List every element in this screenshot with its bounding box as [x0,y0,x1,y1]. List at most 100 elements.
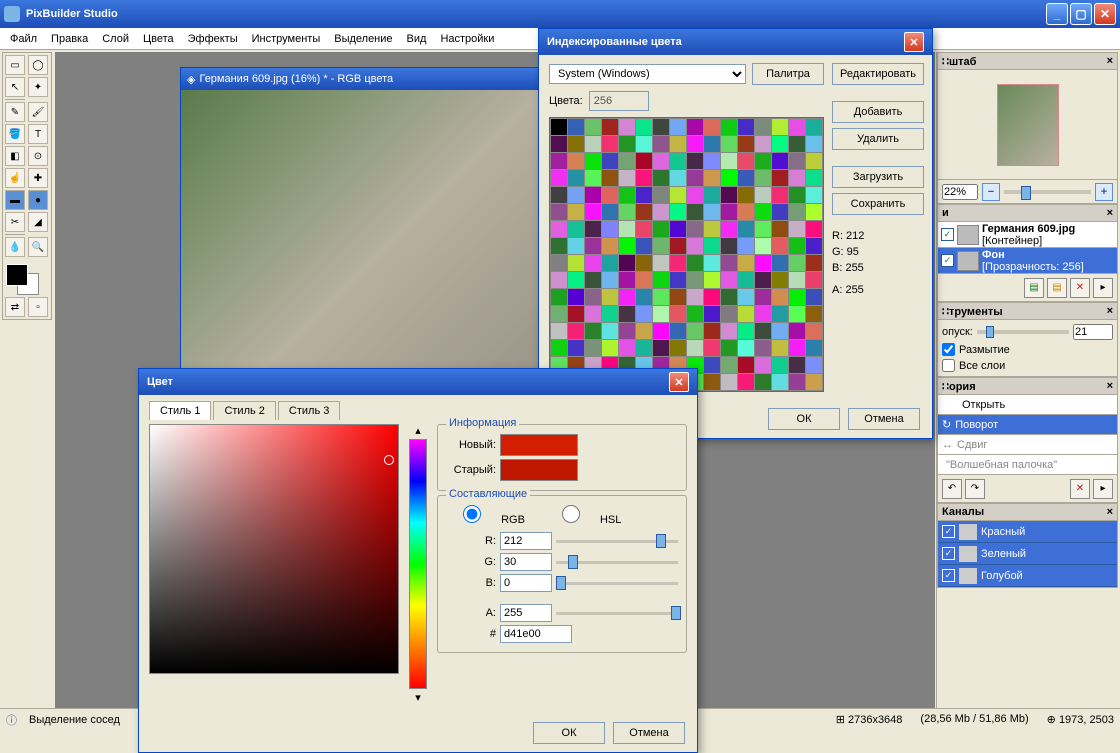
palette-cell[interactable] [602,119,618,135]
palette-cell[interactable] [806,272,822,288]
palette-cell[interactable] [755,170,771,186]
palette-cell[interactable] [619,306,635,322]
document-window[interactable]: ◈ Германия 609.jpg (16%) * - RGB цвета [180,67,540,387]
palette-cell[interactable] [670,204,686,220]
palette-cell[interactable] [772,153,788,169]
palette-cell[interactable] [602,153,618,169]
layer-menu-button[interactable]: ▸ [1093,278,1113,298]
palette-cell[interactable] [585,255,601,271]
hue-up-icon[interactable]: ▴ [415,424,421,437]
palette-cell[interactable] [806,255,822,271]
palette-cell[interactable] [806,289,822,305]
palette-cell[interactable] [738,204,754,220]
palette-cell[interactable] [755,221,771,237]
add-button[interactable]: Добавить [832,101,924,123]
a-slider[interactable] [556,604,678,622]
palette-cell[interactable] [755,187,771,203]
palette-cell[interactable] [704,255,720,271]
palette-cell[interactable] [568,272,584,288]
palette-cell[interactable] [687,119,703,135]
palette-cell[interactable] [704,204,720,220]
g-input[interactable] [500,553,552,571]
palette-cell[interactable] [585,238,601,254]
palette-cell[interactable] [721,204,737,220]
palette-cell[interactable] [806,238,822,254]
palette-cell[interactable] [721,306,737,322]
palette-cell[interactable] [721,170,737,186]
history-item[interactable]: "Волшебная палочка" [937,455,1118,475]
palette-cell[interactable] [789,357,805,373]
palette-cell[interactable] [772,187,788,203]
palette-cell[interactable] [704,374,720,390]
palette-cell[interactable] [687,136,703,152]
cancel-button[interactable]: Отмена [848,408,920,430]
palette-cell[interactable] [585,136,601,152]
palette-cell[interactable] [721,340,737,356]
palette-cell[interactable] [619,136,635,152]
palette-select[interactable]: System (Windows) [549,64,746,84]
palette-cell[interactable] [568,136,584,152]
palette-cell[interactable] [636,323,652,339]
palette-cell[interactable] [755,255,771,271]
menu-file[interactable]: Файл [4,31,43,47]
palette-cell[interactable] [806,374,822,390]
palette-cell[interactable] [772,170,788,186]
palette-cell[interactable] [551,238,567,254]
palette-cell[interactable] [636,153,652,169]
heal-tool[interactable]: ✚ [28,168,48,188]
maximize-button[interactable]: ▢ [1070,3,1092,25]
palette-cell[interactable] [585,272,601,288]
delete-button[interactable]: Удалить [832,128,924,150]
history-menu-button[interactable]: ▸ [1093,479,1113,499]
palette-cell[interactable] [636,136,652,152]
palette-cell[interactable] [789,153,805,169]
palette-cell[interactable] [789,187,805,203]
palette-cell[interactable] [602,204,618,220]
palette-cell[interactable] [568,306,584,322]
palette-cell[interactable] [721,374,737,390]
palette-cell[interactable] [704,357,720,373]
palette-cell[interactable] [636,238,652,254]
palette-cell[interactable] [551,136,567,152]
palette-cell[interactable] [687,238,703,254]
palette-cell[interactable] [670,272,686,288]
all-layers-checkbox[interactable] [942,359,955,372]
palette-cell[interactable] [551,306,567,322]
palette-cell[interactable] [619,119,635,135]
menu-edit[interactable]: Правка [45,31,94,47]
palette-cell[interactable] [551,340,567,356]
palette-cell[interactable] [721,221,737,237]
palette-cell[interactable] [551,255,567,271]
palette-cell[interactable] [772,272,788,288]
palette-cell[interactable] [619,255,635,271]
palette-cell[interactable] [636,170,652,186]
palette-cell[interactable] [636,255,652,271]
palette-cell[interactable] [687,153,703,169]
clone-tool[interactable]: ⊙ [28,146,48,166]
palette-cell[interactable] [738,255,754,271]
pencil-tool[interactable]: ✎ [5,102,25,122]
zoom-input[interactable] [942,184,978,200]
palette-cell[interactable] [755,306,771,322]
palette-cell[interactable] [789,238,805,254]
palette-cell[interactable] [789,272,805,288]
palette-cell[interactable] [755,272,771,288]
tolerance-input[interactable] [1073,324,1113,340]
palette-cell[interactable] [687,221,703,237]
save-button[interactable]: Сохранить [832,193,924,215]
palette-cell[interactable] [568,119,584,135]
palette-cell[interactable] [704,323,720,339]
history-item[interactable]: Открыть [937,395,1118,415]
palette-cell[interactable] [653,170,669,186]
palette-cell[interactable] [551,323,567,339]
palette-cell[interactable] [806,153,822,169]
palette-cell[interactable] [772,204,788,220]
palette-cell[interactable] [653,204,669,220]
palette-cell[interactable] [738,153,754,169]
palette-cell[interactable] [568,153,584,169]
palette-cell[interactable] [806,204,822,220]
history-item[interactable]: ↔Сдвиг [937,435,1118,455]
palette-cell[interactable] [653,187,669,203]
close-icon[interactable]: × [1107,506,1113,518]
palette-cell[interactable] [670,340,686,356]
